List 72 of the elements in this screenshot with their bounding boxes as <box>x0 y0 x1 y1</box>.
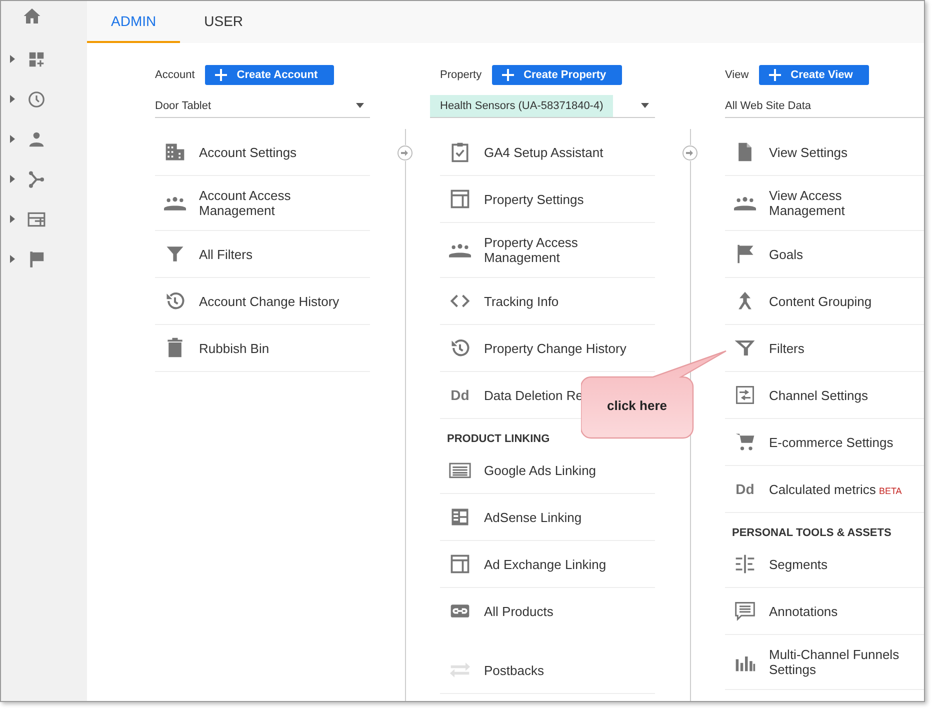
menu-item[interactable]: Property Change History <box>440 325 655 372</box>
create-button[interactable]: Create View <box>758 65 869 85</box>
arrow-circle-icon <box>397 145 413 161</box>
create-button[interactable]: Create Account <box>204 65 334 85</box>
branch-icon <box>27 170 46 188</box>
menu-item[interactable]: Account Change History <box>155 278 370 325</box>
menu-item[interactable]: Content Grouping <box>725 278 924 325</box>
section-heading: PRODUCT LINKING <box>446 432 551 447</box>
caret-icon <box>356 103 364 108</box>
menu-item[interactable]: View Settings <box>725 129 924 176</box>
layout-icon <box>449 188 471 210</box>
plus-icon <box>768 69 781 81</box>
building-icon <box>164 141 186 163</box>
menu-item[interactable]: AdSense Linking <box>440 494 655 541</box>
clock-icon <box>27 90 46 108</box>
menu-item[interactable]: Filters <box>725 325 924 372</box>
caret-icon <box>641 103 649 108</box>
segments-icon <box>734 553 756 575</box>
tab[interactable]: ADMIN <box>87 1 180 43</box>
caret-icon[interactable] <box>10 55 15 63</box>
caret-icon[interactable] <box>10 95 15 103</box>
tab[interactable]: USER <box>180 1 268 43</box>
flag-icon <box>27 250 46 268</box>
menu-item[interactable]: Annotations <box>725 588 924 635</box>
caret-icon[interactable] <box>10 255 15 263</box>
menu-item[interactable]: Account Access Management <box>155 176 370 231</box>
column-label: Property <box>440 69 482 81</box>
cart-icon <box>734 431 756 453</box>
menu-item[interactable]: View Access Management <box>725 176 924 231</box>
beta-label: BETA <box>878 486 902 496</box>
speech-bubble-icon <box>734 600 756 622</box>
menu-item[interactable]: E-commerce Settings <box>725 419 924 466</box>
menu-item[interactable]: Multi-Channel Funnels Settings <box>725 635 924 690</box>
grid-card-icon <box>449 506 471 528</box>
column-label: Account <box>155 69 195 81</box>
home-icon[interactable] <box>23 7 41 25</box>
browser-window-icon <box>27 210 46 228</box>
column-label: View <box>725 69 749 81</box>
menu-item-label: Calculated metrics <box>769 482 876 496</box>
menu-item[interactable]: GA4 Setup Assistant <box>440 129 655 176</box>
section-heading: PERSONAL TOOLS & ASSETS <box>731 526 892 541</box>
caret-icon[interactable] <box>10 135 15 143</box>
menu-row[interactable]: Dd Calculated metrics BETA <box>725 466 924 513</box>
dd-letter-icon: Dd <box>449 387 471 403</box>
menu-item[interactable]: Property Access Management <box>440 223 655 278</box>
dropdown[interactable]: Door Tablet <box>155 94 370 118</box>
dropdown[interactable]: All Web Site Data <box>725 94 924 118</box>
menu-item[interactable]: All Products <box>440 588 655 635</box>
clipboard-check-icon <box>449 141 471 163</box>
arrow-circle-icon <box>682 145 698 161</box>
person-icon <box>27 130 46 148</box>
create-button[interactable]: Create Property <box>492 65 622 85</box>
dd-letter-icon: Dd <box>734 481 756 497</box>
menu-item[interactable]: Google Ads Linking <box>440 447 655 494</box>
menu-item[interactable]: Account Settings <box>155 129 370 176</box>
menu-item[interactable]: Segments <box>725 541 924 588</box>
menu-item[interactable]: Ad Exchange Linking <box>440 541 655 588</box>
layout-icon <box>449 553 471 575</box>
plus-icon <box>214 69 227 81</box>
caret-icon[interactable] <box>10 215 15 223</box>
history-icon <box>449 337 471 359</box>
menu-item[interactable]: Channel Settings <box>725 372 924 419</box>
menu-item[interactable]: Tracking Info <box>440 278 655 325</box>
history-icon <box>164 290 186 312</box>
menu-item[interactable]: Goals <box>725 231 924 278</box>
menu-item[interactable]: All Filters <box>155 231 370 278</box>
menu-item[interactable]: Rubbish Bin <box>155 325 370 372</box>
menu-item[interactable]: Property Settings <box>440 176 655 223</box>
plus-icon <box>502 69 514 81</box>
channel-box-icon <box>734 384 756 406</box>
caret-icon[interactable] <box>10 175 15 183</box>
dashboard-icon <box>27 50 46 68</box>
